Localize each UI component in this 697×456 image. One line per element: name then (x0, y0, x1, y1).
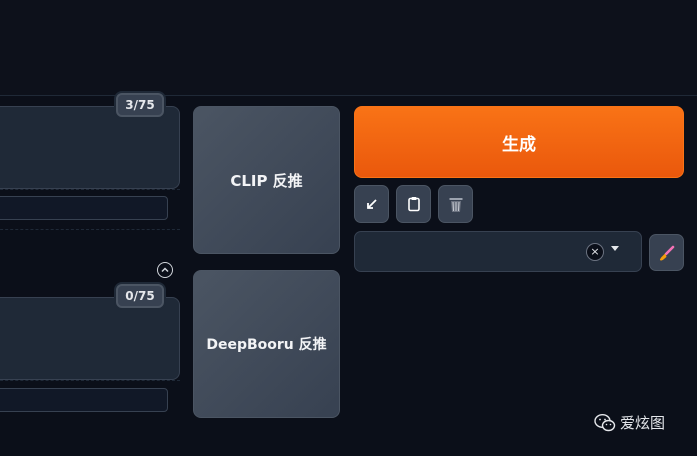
negative-prompt-token-counter: 0/75 (116, 284, 164, 308)
deepbooru-interrogate-button[interactable]: DeepBooru 反推 (193, 270, 340, 418)
section-divider (0, 229, 180, 279)
generate-label: 生成 (502, 134, 536, 155)
clip-interrogate-button[interactable]: CLIP 反推 (193, 106, 340, 254)
watermark: 爱炫图 (594, 412, 665, 433)
trash-icon (449, 197, 462, 212)
prompt-token-counter: 3/75 (116, 93, 164, 117)
generate-button[interactable]: 生成 (354, 106, 684, 178)
clear-selection-icon[interactable]: × (586, 243, 604, 261)
paste-button[interactable] (396, 185, 431, 223)
deepbooru-interrogate-label: DeepBooru 反推 (206, 337, 327, 353)
top-header-area (0, 0, 697, 96)
clipboard-icon (407, 197, 420, 212)
prompt-textarea[interactable] (0, 106, 180, 189)
arrow-down-left-icon (366, 199, 377, 209)
apply-style-button[interactable] (649, 234, 684, 271)
clear-prompt-button[interactable] (438, 185, 473, 223)
styles-dropdown[interactable]: × (354, 231, 642, 272)
chevron-down-icon (611, 246, 619, 251)
read-params-button[interactable] (354, 185, 389, 223)
collapse-chevron-icon[interactable] (157, 262, 173, 278)
negative-extra-input[interactable] (0, 388, 168, 412)
paintbrush-icon (659, 245, 674, 260)
wechat-icon (594, 413, 616, 431)
watermark-text: 爱炫图 (620, 414, 666, 432)
clip-interrogate-label: CLIP 反推 (230, 171, 303, 190)
prompt-extra-input[interactable] (0, 196, 168, 220)
negative-prompt-textarea[interactable] (0, 297, 180, 380)
